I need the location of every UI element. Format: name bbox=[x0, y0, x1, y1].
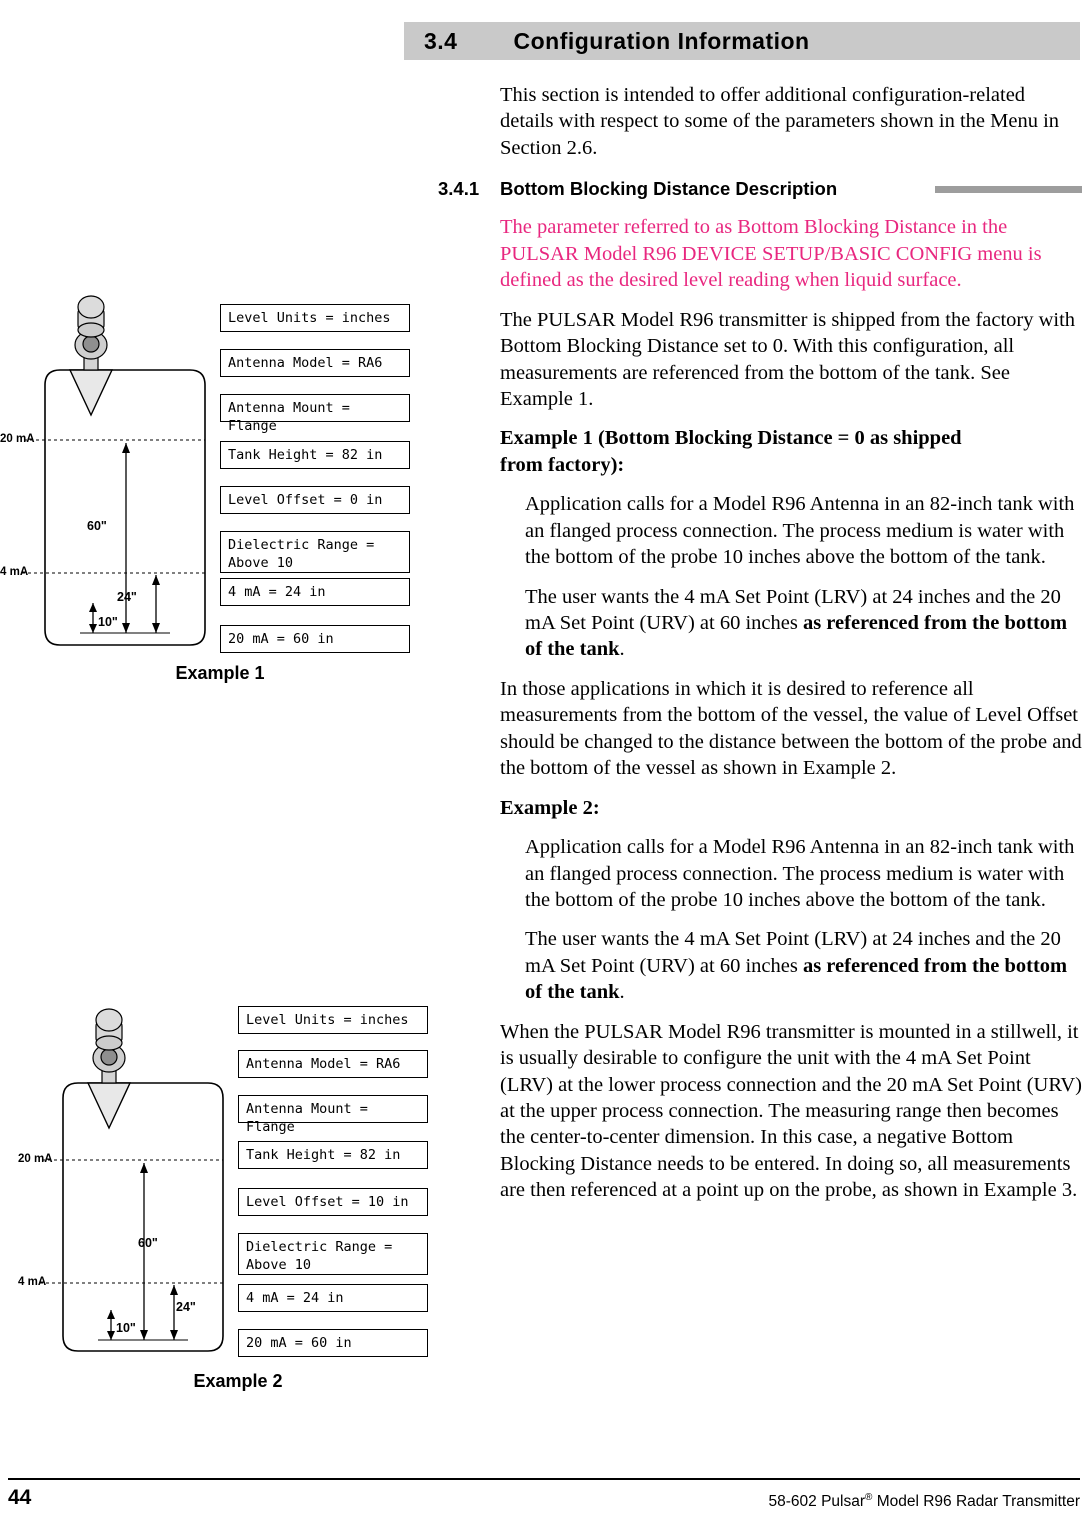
section-title: Configuration Information bbox=[513, 27, 810, 54]
figure-2-param-4ma: 4 mA = 24 in bbox=[238, 1284, 428, 1312]
example2-para2-post: . bbox=[619, 981, 625, 1004]
example1-paragraph-1: Application calls for a Model R96 Antenn… bbox=[525, 493, 1075, 569]
figure-2-dim-10: 10" bbox=[116, 1321, 136, 1335]
figure-2-param-20ma: 20 mA = 60 in bbox=[238, 1329, 428, 1357]
figure-1-param-4ma: 4 mA = 24 in bbox=[220, 578, 410, 606]
section-header: 3.4 Configuration Information bbox=[404, 22, 1080, 60]
example1-para2-post: . bbox=[619, 638, 625, 661]
figure-2-caption: Example 2 bbox=[193, 1371, 283, 1391]
figure-2-param-level-offset: Level Offset = 10 in bbox=[238, 1188, 428, 1216]
figure-2-dim-24: 24" bbox=[176, 1300, 196, 1314]
main-text-column: This section is intended to offer additi… bbox=[438, 82, 1082, 1217]
subsection-rule bbox=[935, 186, 1082, 194]
figure-2-param-level-units: Level Units = inches bbox=[238, 1006, 428, 1034]
inthose-paragraph: In those applications in which it is des… bbox=[500, 677, 1082, 780]
figure-1-param-antenna-mount: Antenna Mount = Flange bbox=[220, 394, 410, 434]
example1-heading: Example 1 (Bottom Blocking Distance = 0 … bbox=[500, 425, 1082, 478]
footer-text-post: Model R96 Radar Transmitter bbox=[872, 1493, 1080, 1511]
example1-heading-line2: from factory): bbox=[500, 453, 625, 476]
figure-1-param-level-units: Level Units = inches bbox=[220, 304, 410, 332]
figure-2-param-antenna-model: Antenna Model = RA6 bbox=[238, 1050, 428, 1078]
shipped-paragraph: The PULSAR Model R96 transmitter is ship… bbox=[500, 308, 1076, 410]
figure-1-label-20ma: 20 mA bbox=[0, 433, 35, 445]
document-page: 3.4 Configuration Information This secti… bbox=[0, 0, 1088, 1533]
figure-1-param-level-offset: Level Offset = 0 in bbox=[220, 486, 410, 514]
section-number: 3.4 bbox=[424, 27, 458, 54]
pink-paragraph: The parameter referred to as Bottom Bloc… bbox=[500, 216, 1042, 292]
figure-1-param-dielectric: Dielectric Range = Above 10 bbox=[220, 531, 410, 573]
figure-2-param-dielectric: Dielectric Range = Above 10 bbox=[238, 1233, 428, 1275]
figure-1-dim-24: 24" bbox=[117, 590, 137, 604]
figure-1-caption: Example 1 bbox=[175, 663, 265, 683]
figure-2-dim-60: 60" bbox=[138, 1236, 158, 1250]
example1-heading-line1: Example 1 (Bottom Blocking Distance = 0 … bbox=[500, 427, 962, 450]
example2-paragraph-2: The user wants the 4 mA Set Point (LRV) … bbox=[525, 926, 1082, 1005]
subsection-heading: 3.4.1 Bottom Blocking Distance Descripti… bbox=[438, 174, 1082, 204]
example2-heading: Example 2: bbox=[500, 796, 600, 819]
figure-2-param-antenna-mount: Antenna Mount = Flange bbox=[238, 1095, 428, 1135]
figure-1-dim-60: 60" bbox=[87, 519, 107, 533]
example1-paragraph-2: The user wants the 4 mA Set Point (LRV) … bbox=[525, 584, 1082, 663]
page-number: 44 bbox=[8, 1486, 32, 1509]
figure-2-param-tank-height: Tank Height = 82 in bbox=[238, 1141, 428, 1169]
subsection-number: 3.4.1 bbox=[438, 178, 480, 200]
footer-divider bbox=[8, 1478, 1080, 1480]
figure-1-dim-10: 10" bbox=[98, 615, 118, 629]
figure-1-param-antenna-model: Antenna Model = RA6 bbox=[220, 349, 410, 377]
stillwell-paragraph: When the PULSAR Model R96 transmitter is… bbox=[500, 1020, 1082, 1202]
figure-2-label-4ma: 4 mA bbox=[18, 1276, 47, 1288]
footer-text-pre: 58-602 Pulsar bbox=[768, 1493, 866, 1511]
figure-1-param-tank-height: Tank Height = 82 in bbox=[220, 441, 410, 469]
footer-text: 58-602 Pulsar® Model R96 Radar Transmitt… bbox=[769, 1492, 1081, 1511]
figure-1-param-20ma: 20 mA = 60 in bbox=[220, 625, 410, 653]
figure-example-1: 20 mA 4 mA 60" 24" 10" Level Units = inc… bbox=[0, 285, 430, 695]
subsection-title: Bottom Blocking Distance Description bbox=[500, 178, 838, 200]
intro-paragraph: This section is intended to offer additi… bbox=[500, 84, 1060, 159]
figure-1-label-4ma: 4 mA bbox=[0, 566, 29, 578]
example2-paragraph-1: Application calls for a Model R96 Antenn… bbox=[525, 836, 1075, 911]
figure-2-label-20ma: 20 mA bbox=[18, 1153, 53, 1165]
figure-example-2: 20 mA 4 mA 60" 24" 10" Level Units = inc… bbox=[18, 988, 448, 1408]
